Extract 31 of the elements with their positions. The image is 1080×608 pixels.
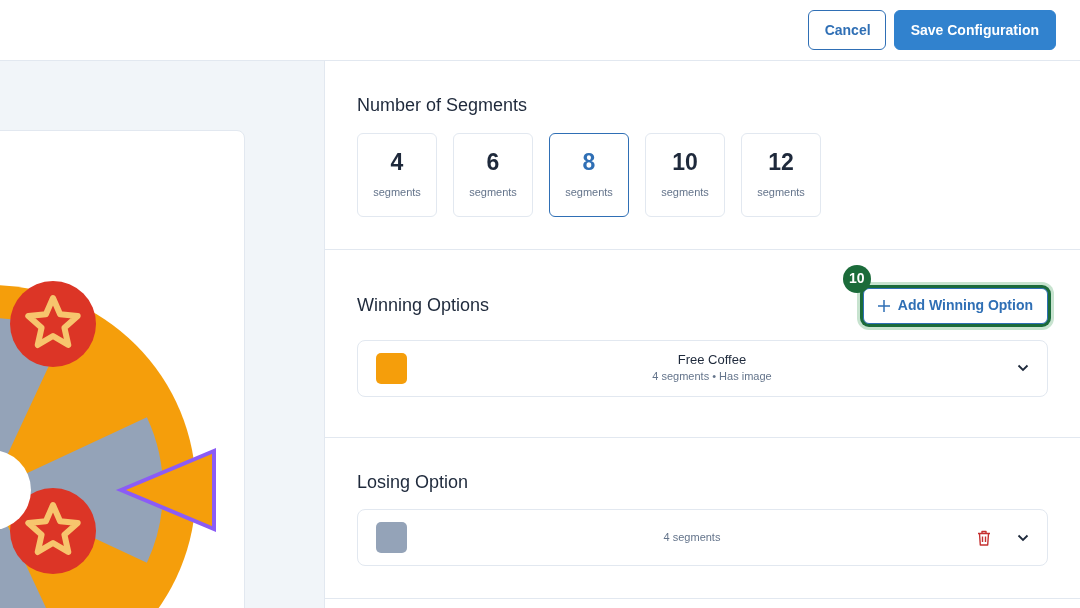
option-row[interactable]: 4 segments	[357, 509, 1048, 567]
pointer-icon	[115, 448, 216, 532]
segment-count: 8	[582, 148, 596, 177]
delete-icon[interactable]	[977, 529, 991, 546]
option-name: Free Coffee	[676, 351, 748, 369]
chevron-down-icon[interactable]	[1017, 364, 1029, 373]
segment-label: segments	[757, 185, 805, 201]
annotation-badge: 10	[842, 264, 871, 293]
section-title: Winning Options	[357, 294, 490, 317]
segment-count: 12	[768, 148, 794, 177]
segment-count: 4	[390, 148, 404, 177]
option-details: 4 segments	[662, 530, 722, 545]
option-row[interactable]: Free Coffee 4 segments • Has image	[357, 339, 1048, 397]
plus-icon	[877, 299, 890, 312]
chevron-down-icon[interactable]	[1017, 533, 1029, 542]
segment-count: 6	[486, 148, 500, 177]
segment-option[interactable]: 6 segments	[453, 132, 533, 217]
segment-option[interactable]: 12 segments	[741, 132, 821, 217]
segment-label: segments	[373, 185, 421, 201]
segment-option[interactable]: 10 segments	[645, 132, 725, 217]
segment-label: segments	[565, 185, 613, 201]
cancel-button[interactable]: Cancel	[807, 10, 886, 50]
section-title: Losing Option	[357, 471, 470, 494]
section-title: Number of Segments	[357, 95, 529, 117]
option-details: 4 segments • Has image	[651, 368, 773, 384]
segment-option[interactable]: 8 segments	[549, 132, 629, 217]
segment-option[interactable]: 4 segments	[357, 132, 437, 217]
save-button[interactable]: Save Configuration	[893, 10, 1056, 50]
segment-label: segments	[469, 185, 517, 201]
segment-count: 10	[672, 148, 698, 177]
segment-label: segments	[661, 185, 709, 201]
